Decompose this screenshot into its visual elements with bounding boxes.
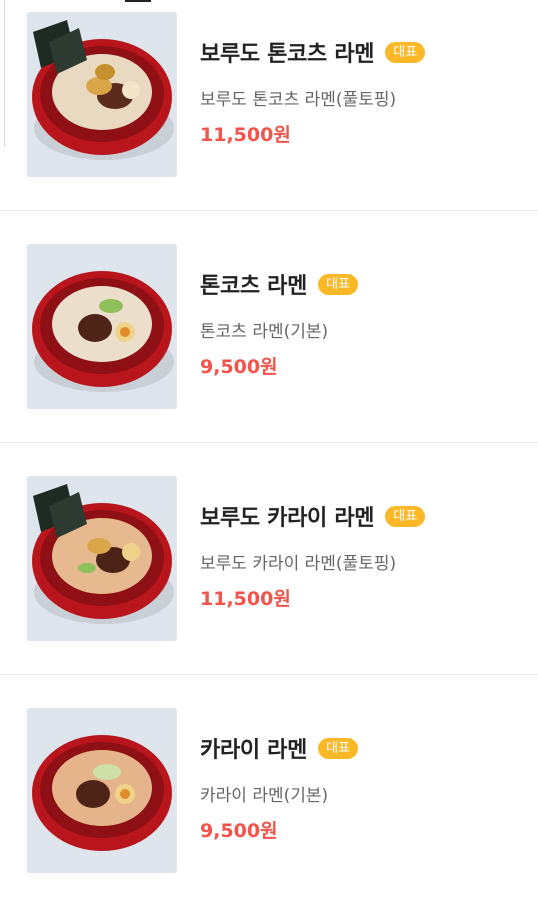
menu-item-name: 카라이 라멘 xyxy=(200,738,308,763)
signature-badge: 대표 xyxy=(385,505,426,527)
menu-item-name: 보루도 카라이 라멘 xyxy=(200,506,375,531)
menu-item-title-row: 톤코츠 라멘 대표 xyxy=(200,268,358,300)
menu-item-bordo-karai[interactable]: 보루도 카라이 라멘 대표 보루도 카라이 라멘(풀토핑) 11,500원 xyxy=(0,443,538,675)
menu-item-photo xyxy=(27,12,177,177)
menu-item-photo xyxy=(27,708,177,873)
menu-item-name: 톤코츠 라멘 xyxy=(200,274,308,299)
menu-item-title-row: 카라이 라멘 대표 xyxy=(200,732,358,764)
menu-item-description: 보루도 톤코츠 라멘(풀토핑) xyxy=(200,90,397,110)
signature-badge: 대표 xyxy=(318,273,358,295)
menu-item-price: 11,500원 xyxy=(200,588,291,610)
menu-list: 보루도 톤코츠 라멘 대표 보루도 톤코츠 라멘(풀토핑) 11,500원 톤코… xyxy=(0,0,538,873)
menu-item-name: 보루도 톤코츠 라멘 xyxy=(200,42,375,67)
menu-item-price: 9,500원 xyxy=(200,356,278,378)
menu-item-photo xyxy=(27,476,177,641)
signature-badge: 대표 xyxy=(385,41,426,63)
menu-item-description: 카라이 라멘(기본) xyxy=(200,786,329,806)
menu-item-bordo-tonkotsu[interactable]: 보루도 톤코츠 라멘 대표 보루도 톤코츠 라멘(풀토핑) 11,500원 xyxy=(0,0,538,211)
signature-badge: 대표 xyxy=(318,737,358,759)
menu-item-karai[interactable]: 카라이 라멘 대표 카라이 라멘(기본) 9,500원 xyxy=(0,675,538,907)
menu-item-description: 톤코츠 라멘(기본) xyxy=(200,322,329,342)
menu-item-price: 11,500원 xyxy=(200,124,291,146)
menu-item-price: 9,500원 xyxy=(200,820,278,842)
menu-item-tonkotsu[interactable]: 톤코츠 라멘 대표 톤코츠 라멘(기본) 9,500원 xyxy=(0,211,538,443)
menu-item-description: 보루도 카라이 라멘(풀토핑) xyxy=(200,554,397,574)
menu-item-photo xyxy=(27,244,177,409)
menu-item-title-row: 보루도 톤코츠 라멘 대표 xyxy=(200,36,426,68)
menu-item-title-row: 보루도 카라이 라멘 대표 xyxy=(200,500,426,532)
